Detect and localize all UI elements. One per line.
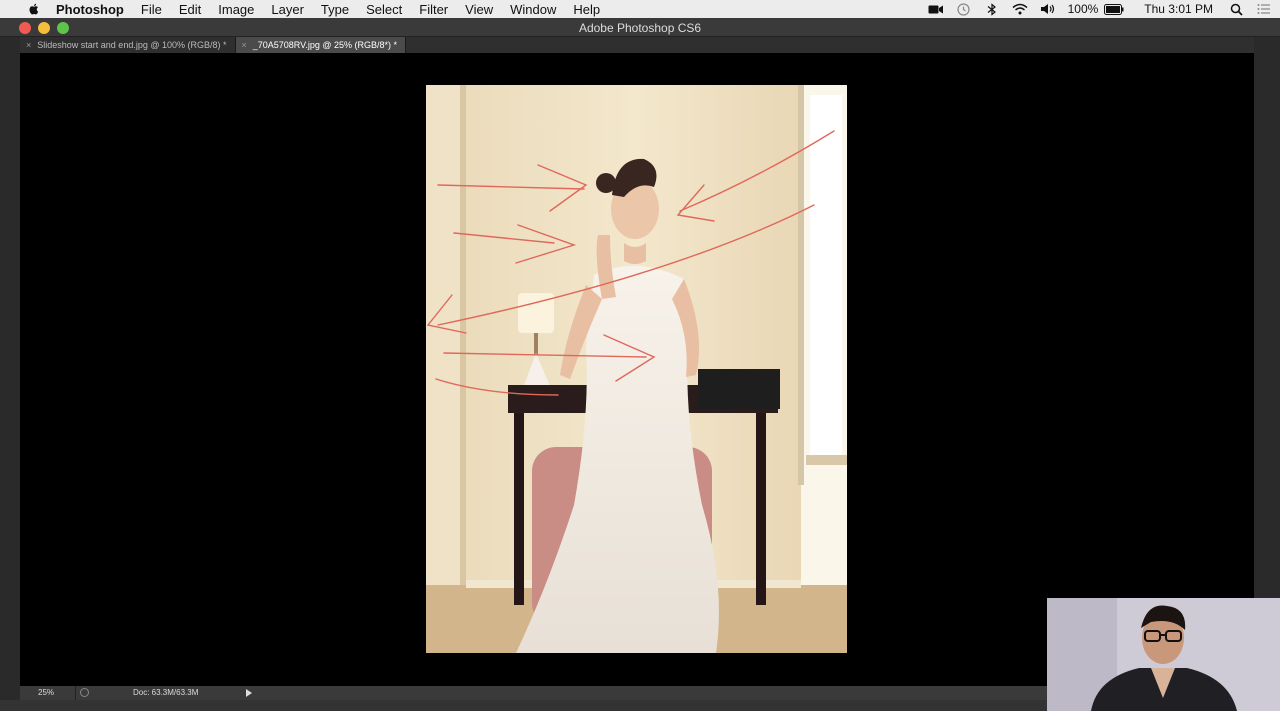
facetime-icon[interactable] — [928, 3, 944, 15]
time-machine-icon[interactable] — [956, 2, 972, 16]
menu-app-photoshop[interactable]: Photoshop — [56, 2, 124, 17]
menu-edit[interactable]: Edit — [179, 2, 201, 17]
menu-filter[interactable]: Filter — [419, 2, 448, 17]
document-tab-active[interactable]: × _70A5708RV.jpg @ 25% (RGB/8*) * — [235, 37, 406, 53]
bluetooth-icon[interactable] — [984, 2, 1000, 16]
document-size: Doc: 63.3M/63.3M — [133, 688, 199, 697]
menu-help[interactable]: Help — [573, 2, 600, 17]
left-panel-edge — [0, 37, 20, 711]
volume-icon[interactable] — [1040, 3, 1056, 15]
status-menu-arrow-icon[interactable] — [246, 689, 252, 697]
spotlight-icon[interactable] — [1228, 3, 1244, 16]
menu-view[interactable]: View — [465, 2, 493, 17]
apple-icon[interactable] — [26, 2, 42, 16]
bride-photo[interactable] — [426, 85, 847, 653]
document-tab-label: _70A5708RV.jpg @ 25% (RGB/8*) * — [252, 40, 397, 50]
menu-file[interactable]: File — [141, 2, 162, 17]
menubar-status-area: 100% Thu 3:01 PM — [928, 0, 1280, 18]
proof-icon[interactable] — [80, 688, 89, 697]
menubar-clock[interactable]: Thu 3:01 PM — [1144, 2, 1213, 16]
menu-window[interactable]: Window — [510, 2, 556, 17]
menu-image[interactable]: Image — [218, 2, 254, 17]
window-title-bar[interactable]: Adobe Photoshop CS6 — [0, 18, 1280, 37]
document-tab-slideshow[interactable]: × Slideshow start and end.jpg @ 100% (RG… — [20, 37, 236, 53]
battery-percentage: 100% — [1067, 2, 1099, 16]
status-divider — [75, 686, 76, 700]
zoom-level[interactable]: 25% — [38, 688, 54, 697]
battery-icon[interactable] — [1104, 3, 1124, 15]
document-tab-bar: × Slideshow start and end.jpg @ 100% (RG… — [20, 37, 1254, 53]
menu-type[interactable]: Type — [321, 2, 349, 17]
document-tab-label: Slideshow start and end.jpg @ 100% (RGB/… — [37, 40, 227, 50]
wifi-icon[interactable] — [1012, 3, 1028, 15]
notification-center-icon[interactable] — [1256, 3, 1272, 15]
webcam-overlay — [1047, 598, 1280, 711]
window-title: Adobe Photoshop CS6 — [578, 21, 702, 35]
mac-menu-bar: Photoshop File Edit Image Layer Type Sel… — [0, 0, 1280, 18]
menu-layer[interactable]: Layer — [271, 2, 304, 17]
menu-select[interactable]: Select — [366, 2, 402, 17]
document-canvas[interactable] — [20, 53, 1254, 686]
tab-close-icon[interactable]: × — [26, 40, 31, 50]
tab-close-icon[interactable]: × — [242, 40, 247, 50]
